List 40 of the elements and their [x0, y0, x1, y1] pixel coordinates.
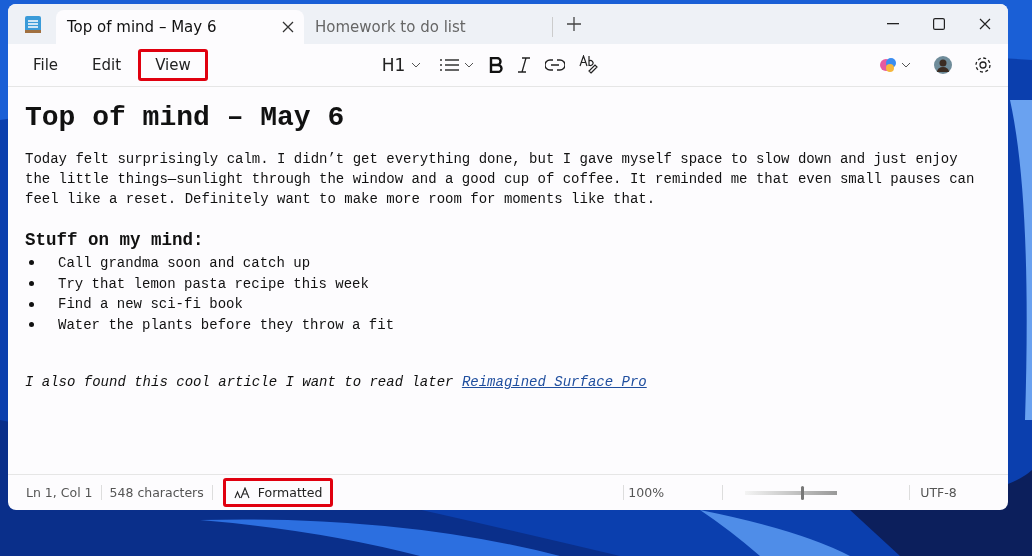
- maximize-icon[interactable]: [933, 18, 945, 30]
- list-dropdown-icon[interactable]: [439, 58, 476, 72]
- subheading: Stuff on my mind:: [25, 229, 205, 251]
- tab[interactable]: Homework to do list: [304, 10, 552, 44]
- article-link[interactable]: Reimagined Surface Pro: [461, 373, 647, 390]
- settings-icon[interactable]: [974, 56, 992, 74]
- bullet-icon: [29, 260, 34, 266]
- bold-icon[interactable]: [489, 57, 504, 73]
- format-toggle[interactable]: Formatted: [222, 478, 334, 507]
- menu-item[interactable]: File: [16, 49, 76, 81]
- heading-dropdown[interactable]: H1: [377, 53, 426, 77]
- close-icon[interactable]: [979, 18, 991, 30]
- document-title: Top of mind – May 6: [25, 101, 346, 135]
- spellcheck-icon[interactable]: [579, 55, 600, 75]
- italic-icon[interactable]: [517, 57, 532, 73]
- note-text: I also found this cool article I want to read later: [25, 373, 454, 390]
- avatar-icon[interactable]: [934, 56, 952, 74]
- list-item: Call grandma soon and catch up: [58, 254, 311, 273]
- bullet-icon: [29, 322, 34, 328]
- notepad-icon: [24, 14, 42, 34]
- font-icon: [233, 486, 250, 499]
- close-icon[interactable]: [282, 21, 294, 33]
- character-count: 548 characters: [101, 485, 213, 500]
- add-tab-icon[interactable]: [567, 17, 581, 31]
- list-item: Water the plants before they throw a fit: [58, 316, 395, 336]
- zoom-level: 100%: [623, 485, 724, 500]
- chevron-icon: [411, 62, 422, 68]
- cursor-position: Ln 1, Col 1: [18, 485, 102, 500]
- copilot-icon[interactable]: [880, 57, 912, 73]
- tab[interactable]: Top of mind – May 6: [56, 10, 304, 44]
- encoding: UTF-8: [909, 485, 957, 500]
- list-item: Find a new sci-fi book: [58, 295, 243, 315]
- link-icon[interactable]: [545, 59, 566, 71]
- bullet-icon: [29, 281, 34, 287]
- list-item: Try that lemon pasta recipe this week: [58, 274, 369, 294]
- bullet-icon: [29, 301, 34, 307]
- minimize-icon[interactable]: [887, 23, 899, 25]
- menu-item[interactable]: View: [138, 49, 208, 81]
- menu-item[interactable]: Edit: [75, 49, 139, 81]
- paragraph: Today felt surprisingly calm. I didn’t get everything done, but I gave myself space to slow down and just enjoy the little things—sunlight through the window and a good cup of coffee. It reminded me that even small pauses can feel like a reset. Definitely want to make more room for moments like that.: [25, 150, 976, 209]
